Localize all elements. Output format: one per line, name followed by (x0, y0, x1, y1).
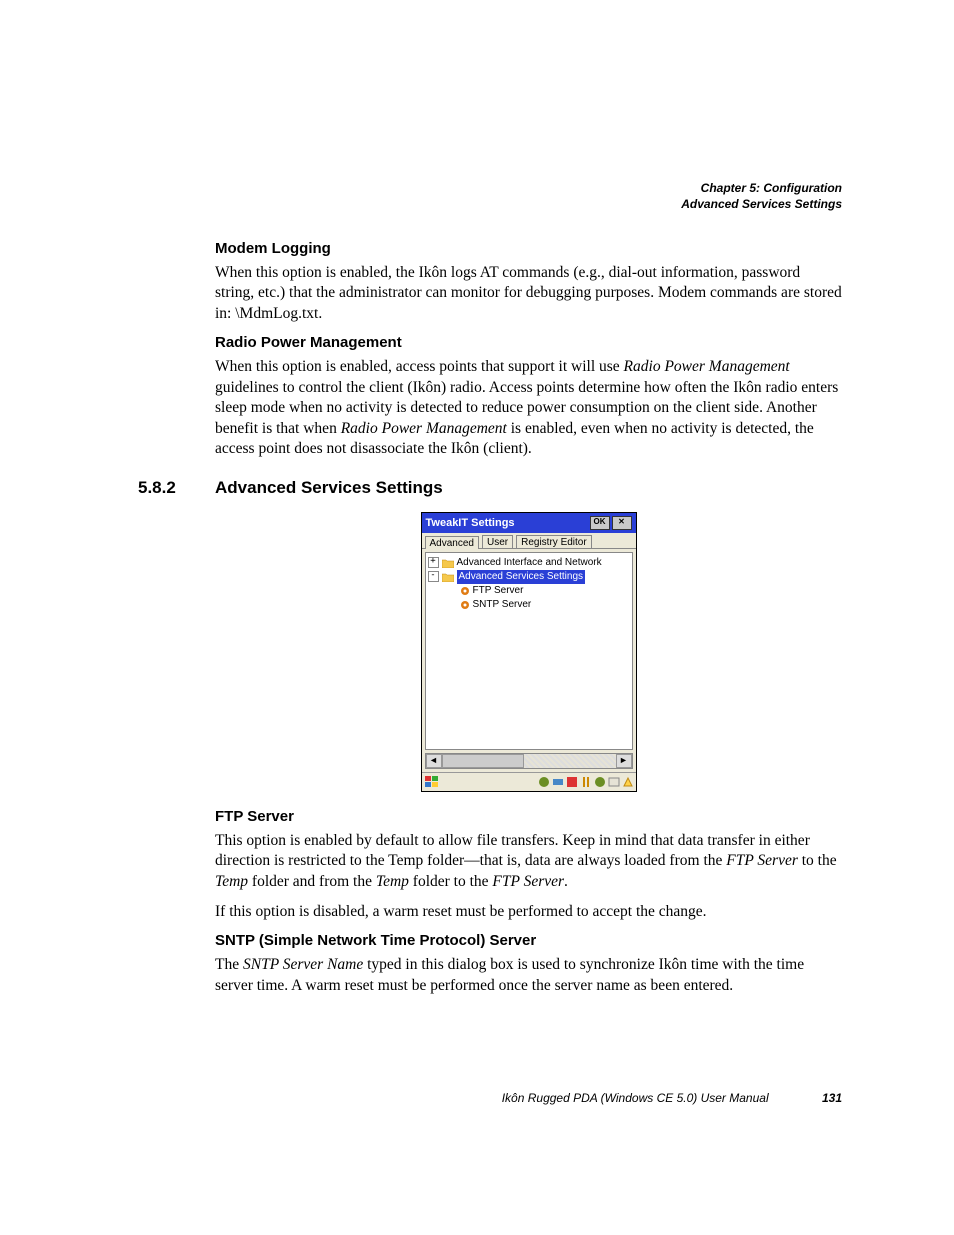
page: Chapter 5: Configuration Advanced Servic… (0, 0, 954, 1235)
folder-open-icon (442, 572, 454, 582)
window-title: TweakIT Settings (426, 517, 515, 529)
tray-icon[interactable] (552, 776, 564, 788)
scroll-thumb[interactable] (442, 754, 524, 768)
tree-node-network[interactable]: + Advanced Interface and Network (428, 556, 630, 570)
section-heading-row: 5.8.2 Advanced Services Settings (215, 478, 842, 498)
screenshot: TweakIT Settings OK ✕ Advanced User Regi… (215, 512, 842, 792)
paragraph-sntp: The SNTP Server Name typed in this dialo… (215, 955, 842, 996)
tray-icon[interactable] (608, 776, 620, 788)
tree-label: FTP Server (473, 584, 524, 598)
start-icon[interactable] (424, 775, 440, 789)
scroll-track[interactable] (524, 754, 616, 768)
tab-user[interactable]: User (482, 535, 513, 548)
section-title: Advanced Services Settings (215, 478, 842, 498)
close-button[interactable]: ✕ (612, 516, 632, 530)
paragraph-ftp-1: This option is enabled by default to all… (215, 831, 842, 892)
gear-icon (460, 600, 470, 610)
footer-title: Ikôn Rugged PDA (Windows CE 5.0) User Ma… (502, 1091, 769, 1105)
ok-button[interactable]: OK (590, 516, 610, 530)
tray-icon[interactable] (580, 776, 592, 788)
horizontal-scrollbar[interactable]: ◄ ► (425, 753, 633, 769)
content: Modem Logging When this option is enable… (215, 232, 842, 1006)
heading-radio-power: Radio Power Management (215, 334, 842, 351)
tree-leaf-ftp[interactable]: FTP Server (428, 584, 630, 598)
tree-leaf-sntp[interactable]: SNTP Server (428, 598, 630, 612)
tab-advanced[interactable]: Advanced (425, 536, 479, 549)
paragraph-radio: When this option is enabled, access poin… (215, 357, 842, 459)
running-header: Chapter 5: Configuration Advanced Servic… (681, 180, 842, 212)
paragraph-modem: When this option is enabled, the Ikôn lo… (215, 263, 842, 324)
tree-label: Advanced Interface and Network (457, 556, 602, 570)
window: TweakIT Settings OK ✕ Advanced User Regi… (421, 512, 637, 792)
tab-registry-editor[interactable]: Registry Editor (516, 535, 592, 548)
gear-icon (460, 586, 470, 596)
tree-label-selected: Advanced Services Settings (457, 570, 586, 584)
tray-icon[interactable] (566, 776, 578, 788)
header-chapter: Chapter 5: Configuration (681, 180, 842, 196)
folder-icon (442, 558, 454, 568)
scroll-left-button[interactable]: ◄ (426, 754, 442, 768)
tab-bar: Advanced User Registry Editor (422, 533, 636, 549)
system-tray (538, 776, 634, 788)
taskbar (422, 772, 636, 791)
section-number: 5.8.2 (138, 478, 176, 498)
tray-icon[interactable] (622, 776, 634, 788)
tray-icon[interactable] (594, 776, 606, 788)
header-section: Advanced Services Settings (681, 196, 842, 212)
heading-modem-logging: Modem Logging (215, 240, 842, 257)
scroll-right-button[interactable]: ► (616, 754, 632, 768)
tree-node-services[interactable]: - Advanced Services Settings (428, 570, 630, 584)
paragraph-ftp-2: If this option is disabled, a warm reset… (215, 902, 842, 922)
expand-icon[interactable]: + (428, 557, 439, 568)
footer: Ikôn Rugged PDA (Windows CE 5.0) User Ma… (0, 1091, 842, 1105)
window-titlebar: TweakIT Settings OK ✕ (422, 513, 636, 533)
collapse-icon[interactable]: - (428, 571, 439, 582)
heading-ftp-server: FTP Server (215, 808, 842, 825)
heading-sntp: SNTP (Simple Network Time Protocol) Serv… (215, 932, 842, 949)
tree-view[interactable]: + Advanced Interface and Network - Advan… (425, 552, 633, 750)
tray-icon[interactable] (538, 776, 550, 788)
page-number: 131 (822, 1091, 842, 1105)
tree-label: SNTP Server (473, 598, 532, 612)
